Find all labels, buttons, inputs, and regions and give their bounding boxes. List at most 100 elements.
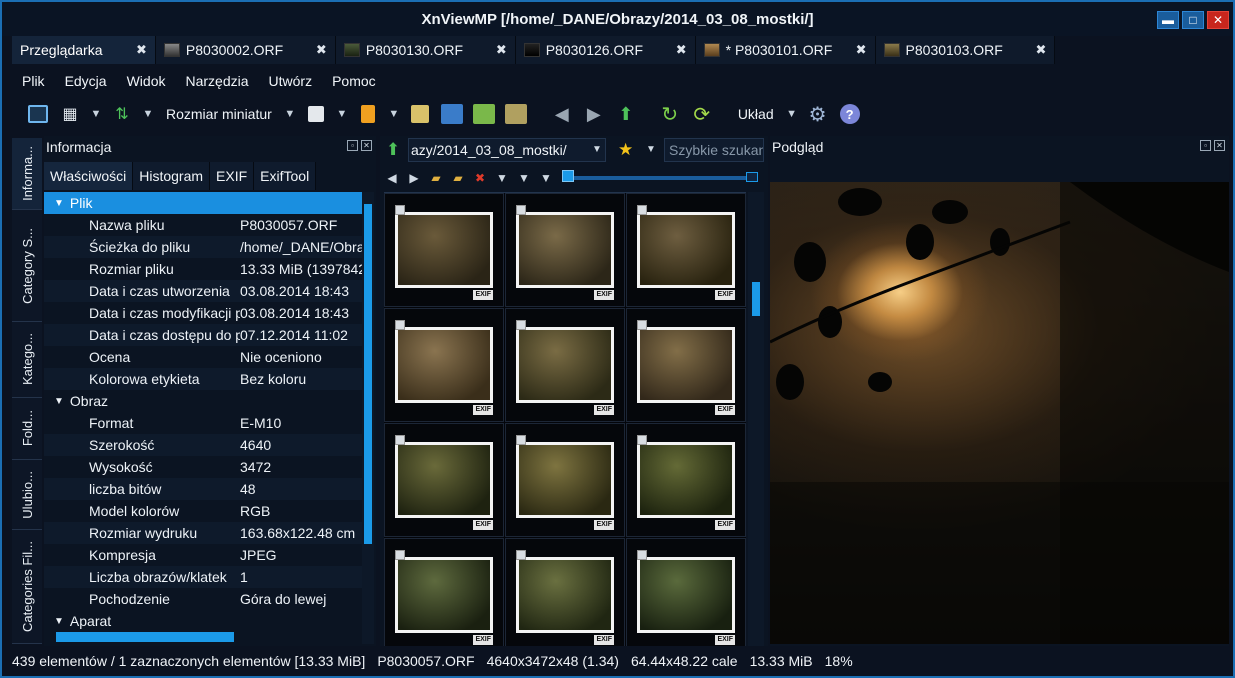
- tab-image[interactable]: P8030126.ORF ✖: [515, 36, 696, 64]
- tab-image[interactable]: P8030130.ORF ✖: [335, 36, 516, 64]
- grid-scrollbar[interactable]: [748, 192, 764, 646]
- back-button[interactable]: ◀: [548, 100, 576, 128]
- view-mode-button[interactable]: ▦: [56, 100, 84, 128]
- arrow-up-icon[interactable]: ⬆: [386, 140, 400, 160]
- property-row[interactable]: liczba bitów 48: [44, 478, 362, 500]
- property-row[interactable]: Ścieżka do pliku/home/_DANE/Obrazy: [44, 236, 362, 258]
- slideshow-button[interactable]: [354, 100, 382, 128]
- help-button[interactable]: ?: [836, 100, 864, 128]
- property-row[interactable]: Pochodzenie Góra do lewej: [44, 588, 362, 610]
- copy-to-button[interactable]: [406, 100, 434, 128]
- thumbnail-cell[interactable]: EXIF: [626, 423, 746, 537]
- chevron-down-icon[interactable]: ▼: [494, 171, 510, 185]
- dropdown-arrow-icon[interactable]: ▼: [282, 108, 298, 120]
- select-checkbox[interactable]: [395, 205, 405, 215]
- menu-tools[interactable]: Narzędzia: [176, 68, 259, 94]
- settings-button[interactable]: ⚙: [804, 100, 832, 128]
- rail-tab-category-sets[interactable]: Category S...: [12, 210, 42, 322]
- select-checkbox[interactable]: [395, 435, 405, 445]
- select-checkbox[interactable]: [637, 205, 647, 215]
- chevron-down-icon[interactable]: ▼: [592, 144, 602, 155]
- float-icon[interactable]: ▫: [1200, 140, 1211, 151]
- menu-view[interactable]: Widok: [117, 68, 176, 94]
- menu-edit[interactable]: Edycja: [55, 68, 117, 94]
- slider-max-icon[interactable]: [746, 172, 758, 182]
- sync-button[interactable]: ⟳: [688, 100, 716, 128]
- property-section[interactable]: ▼ Aparat: [44, 610, 362, 632]
- property-row[interactable]: Szerokość 4640: [44, 434, 362, 456]
- tab-image[interactable]: * P8030101.ORF ✖: [695, 36, 876, 64]
- close-icon[interactable]: ✕: [1214, 140, 1225, 151]
- scrollbar-thumb[interactable]: [752, 282, 760, 316]
- slider-handle[interactable]: [562, 170, 574, 182]
- property-row[interactable]: Data i czas modyfikacji pliku03.08.2014 …: [44, 302, 362, 324]
- rail-tab-categories-filter[interactable]: Categories Fil...: [12, 530, 42, 644]
- rail-tab-favorites[interactable]: Ulubio...: [12, 460, 42, 530]
- select-checkbox[interactable]: [395, 320, 405, 330]
- select-checkbox[interactable]: [516, 320, 526, 330]
- batch-rename-button[interactable]: [502, 100, 530, 128]
- chevron-down-icon[interactable]: ▼: [646, 144, 656, 155]
- tab-exiftool[interactable]: ExifTool: [254, 162, 317, 190]
- sort-button[interactable]: ⇅: [108, 100, 136, 128]
- horizontal-scrollbar-thumb[interactable]: [56, 632, 234, 642]
- property-row[interactable]: Format E-M10: [44, 412, 362, 434]
- property-section[interactable]: ▼ Plik: [44, 192, 362, 214]
- tab-histogram[interactable]: Histogram: [133, 162, 211, 190]
- close-icon[interactable]: ✖: [316, 42, 327, 58]
- close-icon[interactable]: ✖: [1036, 42, 1047, 58]
- thumbnail-cell[interactable]: EXIF: [505, 308, 625, 422]
- close-icon[interactable]: ✖: [676, 42, 687, 58]
- close-icon[interactable]: ✖: [136, 42, 147, 58]
- dropdown-arrow-icon[interactable]: ▼: [784, 108, 800, 120]
- select-checkbox[interactable]: [516, 550, 526, 560]
- delete-icon[interactable]: ✖: [472, 171, 488, 185]
- star-icon[interactable]: ★: [618, 140, 633, 160]
- select-checkbox[interactable]: [395, 550, 405, 560]
- thumbnail-cell[interactable]: EXIF: [384, 538, 504, 646]
- dropdown-arrow-icon[interactable]: ▼: [386, 108, 402, 120]
- arrow-left-icon[interactable]: ◀: [384, 171, 400, 185]
- scrollbar-thumb[interactable]: [364, 204, 372, 544]
- tab-image[interactable]: P8030103.ORF ✖: [875, 36, 1056, 64]
- chevron-down-icon[interactable]: ▼: [54, 396, 64, 407]
- dropdown-arrow-icon[interactable]: ▼: [140, 108, 156, 120]
- parent-folder-button[interactable]: ⬆: [612, 100, 640, 128]
- capture-button[interactable]: [438, 100, 466, 128]
- property-row[interactable]: Ocena Nie oceniono: [44, 346, 362, 368]
- select-checkbox[interactable]: [637, 550, 647, 560]
- thumbnail-cell[interactable]: EXIF: [505, 423, 625, 537]
- quick-search-input[interactable]: Szybkie szukanie: [664, 138, 764, 162]
- rail-tab-info[interactable]: Informa...: [12, 138, 42, 210]
- menu-file[interactable]: Plik: [12, 68, 55, 94]
- thumbnail-cell[interactable]: EXIF: [384, 308, 504, 422]
- thumbnail-cell[interactable]: EXIF: [626, 308, 746, 422]
- property-row[interactable]: Wysokość 3472: [44, 456, 362, 478]
- thumbnail-cell[interactable]: EXIF: [384, 423, 504, 537]
- layout-button[interactable]: Układ: [732, 106, 780, 122]
- chevron-down-icon[interactable]: ▼: [54, 198, 64, 209]
- select-checkbox[interactable]: [637, 320, 647, 330]
- property-row[interactable]: Model kolorów RGB: [44, 500, 362, 522]
- tab-image[interactable]: P8030002.ORF ✖: [155, 36, 336, 64]
- fullscreen-button[interactable]: [24, 100, 52, 128]
- dropdown-arrow-icon[interactable]: ▼: [88, 108, 104, 120]
- chevron-down-icon[interactable]: ▼: [516, 171, 532, 185]
- tab-exif[interactable]: EXIF: [210, 162, 255, 190]
- chevron-down-icon[interactable]: ▼: [538, 171, 554, 185]
- property-row[interactable]: Kolorowa etykieta Bez koloru: [44, 368, 362, 390]
- select-checkbox[interactable]: [516, 435, 526, 445]
- filter-button[interactable]: [302, 100, 330, 128]
- select-checkbox[interactable]: [516, 205, 526, 215]
- minimize-button[interactable]: ▬: [1157, 11, 1179, 29]
- close-icon[interactable]: ✖: [856, 42, 867, 58]
- property-row[interactable]: Data i czas dostępu do pliku07.12.2014 1…: [44, 324, 362, 346]
- rail-tab-categories[interactable]: Katego...: [12, 322, 42, 398]
- close-button[interactable]: ✕: [1207, 11, 1229, 29]
- thumbnail-size-button[interactable]: Rozmiar miniatur: [160, 106, 278, 122]
- edit-folder-icon[interactable]: ▰: [450, 171, 466, 185]
- float-icon[interactable]: ▫: [347, 140, 358, 151]
- maximize-button[interactable]: □: [1182, 11, 1204, 29]
- property-section[interactable]: ▼ Obraz: [44, 390, 362, 412]
- properties-scrollbar[interactable]: [362, 192, 374, 644]
